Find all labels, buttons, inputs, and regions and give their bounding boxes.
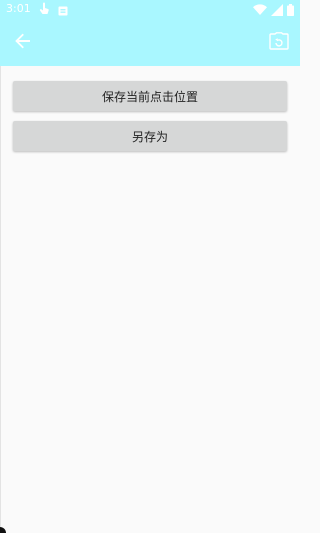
screen: 3:01 保存当前点击位置 另存为 bbox=[0, 0, 300, 533]
wifi-icon bbox=[253, 1, 267, 20]
signal-icon bbox=[271, 1, 283, 20]
save-current-click-position-button[interactable]: 保存当前点击位置 bbox=[13, 81, 287, 111]
arrow-back-icon bbox=[15, 33, 31, 53]
status-bar: 3:01 bbox=[0, 0, 300, 20]
battery-icon bbox=[287, 1, 294, 20]
status-time: 3:01 bbox=[6, 2, 31, 15]
main-content: 保存当前点击位置 另存为 bbox=[0, 66, 300, 533]
status-icons-right bbox=[253, 3, 294, 17]
save-as-button[interactable]: 另存为 bbox=[13, 121, 287, 151]
screenshot-frame-icon bbox=[269, 32, 289, 54]
notification-square-icon bbox=[58, 1, 68, 20]
back-button[interactable] bbox=[10, 30, 36, 56]
app-bar bbox=[0, 20, 300, 66]
screenshot-button[interactable] bbox=[266, 30, 292, 56]
touch-icon bbox=[38, 1, 50, 20]
status-icons-left bbox=[38, 1, 68, 20]
